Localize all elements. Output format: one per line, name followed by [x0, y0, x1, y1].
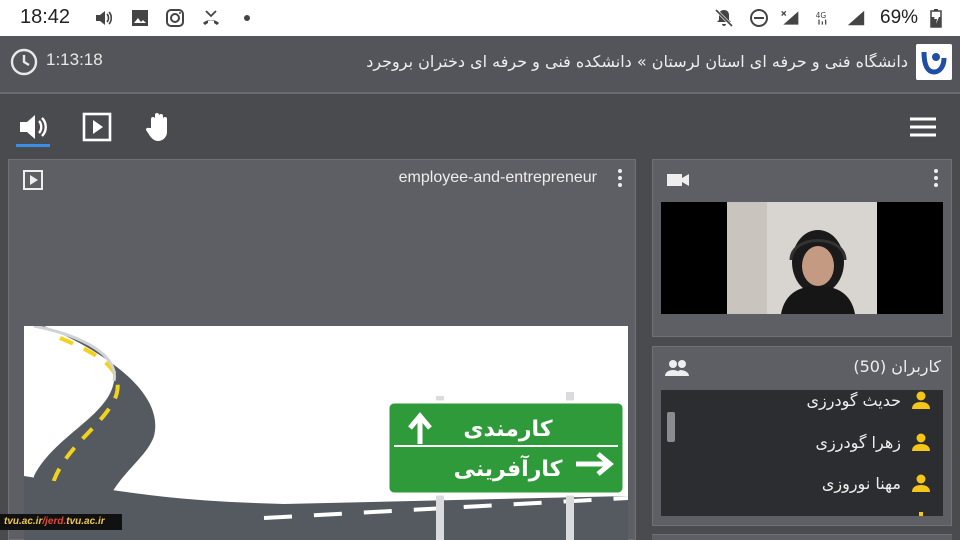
signal-icon: [847, 10, 865, 26]
elapsed-time: 1:13:18: [46, 50, 103, 69]
user-name: زهرا گودرزی: [815, 432, 901, 452]
instagram-icon: [166, 9, 184, 27]
users-heading: کاربران (50): [853, 357, 941, 376]
webcam-video: [661, 202, 943, 314]
battery-percent: 69%: [880, 7, 919, 28]
webcam-feed-image: [661, 202, 943, 314]
users-scrollbar[interactable]: [667, 412, 675, 442]
svg-text:4G: 4G: [816, 11, 827, 20]
battery-charging-icon: [930, 9, 942, 28]
audio-button[interactable]: [16, 110, 50, 144]
watermark-part1: tvu.ac.ir: [4, 516, 43, 527]
menu-icon[interactable]: [906, 110, 940, 144]
notifications-off-icon: [714, 8, 734, 28]
watermark-part2: /jerd.: [42, 516, 67, 527]
gallery-icon: [132, 10, 148, 26]
clock-icon: [10, 48, 38, 76]
users-list: حدیث گودرزی زهرا گودرزی مهنا نوروزی: [661, 390, 943, 516]
do-not-disturb-icon: [750, 9, 768, 27]
no-signal-icon: [781, 10, 799, 25]
webcam-options-button[interactable]: [933, 167, 939, 189]
watermark-part3: tvu.ac.ir: [66, 516, 105, 527]
title-bar: 1:13:18 دانشگاه فنی و حرفه ای استان لرست…: [0, 36, 960, 94]
next-user-icon-peek: [919, 512, 923, 516]
presentation-button[interactable]: [80, 110, 114, 144]
user-list-item[interactable]: مهنا نوروزی: [822, 468, 931, 498]
user-name: حدیث گودرزی: [806, 390, 901, 410]
audio-active-indicator: [16, 144, 50, 147]
missed-call-icon: [203, 10, 219, 25]
university-logo-icon: [916, 44, 952, 80]
video-camera-icon: [667, 174, 689, 186]
course-title: دانشگاه فنی و حرفه ای استان لرستان » دان…: [366, 52, 908, 71]
road-illustration: کارمندی کارآفرینی: [24, 326, 628, 540]
raise-hand-button[interactable]: [142, 110, 176, 144]
volume-icon: [96, 11, 113, 25]
sign-top-label: کارمندی: [463, 417, 552, 442]
watermark: tvu.ac.ir/jerd.tvu.ac.ir: [0, 514, 122, 530]
user-icon: [912, 474, 930, 492]
status-bar: 18:42 4G 69%: [0, 0, 960, 36]
presentation-options-button[interactable]: [617, 167, 623, 189]
presentation-icon: [23, 170, 43, 190]
sign-bottom-label: کارآفرینی: [454, 454, 563, 482]
presentation-file-name: employee-and-entrepreneur: [398, 169, 597, 186]
dot-icon: [244, 15, 250, 21]
user-name: مهنا نوروزی: [821, 473, 901, 493]
user-list-item[interactable]: حدیث گودرزی: [806, 390, 931, 415]
next-panel-edge: [652, 534, 952, 540]
user-list-item[interactable]: زهرا گودرزی: [815, 427, 931, 457]
network-4g-icon: 4G: [816, 11, 827, 25]
toolbar: [0, 96, 960, 156]
status-time: 18:42: [20, 6, 71, 28]
presentation-slide: کارمندی کارآفرینی: [24, 326, 628, 540]
user-icon: [912, 433, 930, 451]
users-group-icon: [665, 360, 689, 376]
user-icon: [912, 391, 930, 409]
